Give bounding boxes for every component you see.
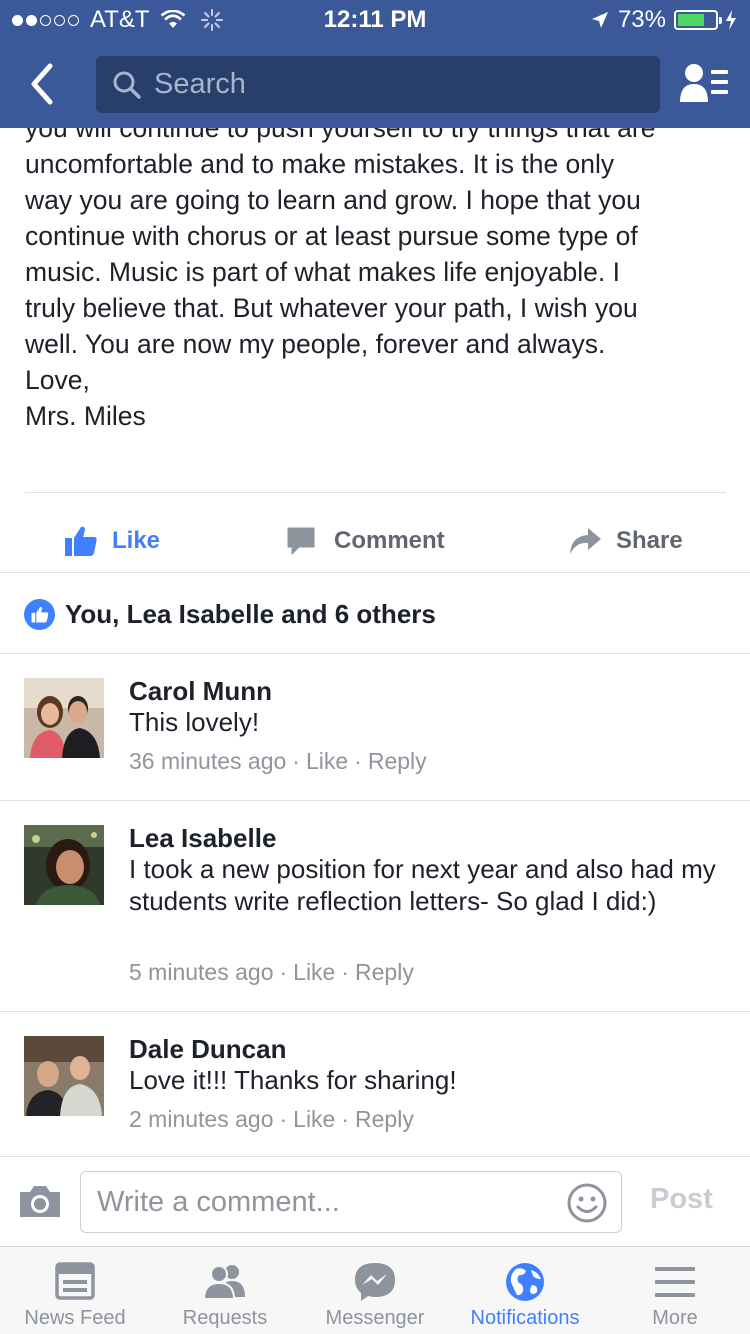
back-button[interactable]	[20, 60, 68, 108]
comment-input-placeholder: Write a comment...	[97, 1185, 340, 1218]
divider	[0, 572, 750, 573]
separator-dot: ·	[279, 1106, 288, 1132]
share-arrow-icon	[570, 528, 601, 554]
comment-item: Lea Isabelle I took a new position for n…	[0, 801, 750, 1011]
comment-text: This lovely!	[129, 707, 260, 737]
tab-more[interactable]: More	[600, 1247, 750, 1334]
comment-author[interactable]: Lea Isabelle	[129, 823, 276, 854]
post-detail-content: you will continue to push yourself to tr…	[0, 128, 750, 1156]
thumbs-up-icon	[31, 606, 48, 622]
camera-button[interactable]	[18, 1183, 62, 1219]
comment-text: Love it!!! Thanks for sharing!	[129, 1065, 457, 1095]
battery-percent: 73%	[617, 6, 666, 33]
tab-label: More	[652, 1307, 698, 1329]
tab-label: News Feed	[24, 1307, 126, 1329]
globe-icon	[506, 1263, 544, 1301]
tab-requests[interactable]: Requests	[150, 1247, 300, 1334]
comment-author[interactable]: Carol Munn	[129, 676, 272, 707]
likes-summary-text: You, Lea Isabelle and 6 others	[65, 598, 436, 629]
search-placeholder: Search	[154, 68, 246, 100]
comment-input[interactable]: Write a comment...	[80, 1171, 622, 1233]
like-button[interactable]: Like	[64, 508, 160, 574]
comment-item: Carol Munn This lovely! 36 minutes ago ·…	[0, 654, 750, 800]
post-text-partial: you will continue to push yourself to tr…	[25, 128, 656, 143]
separator-dot: ·	[341, 1106, 350, 1132]
comment-timestamp: 5 minutes ago	[129, 959, 274, 985]
comment-meta: 36 minutes ago · Like · Reply	[129, 748, 427, 775]
comment-meta: 2 minutes ago · Like · Reply	[129, 1106, 414, 1133]
tab-label: Messenger	[325, 1307, 425, 1329]
tab-label: Requests	[182, 1307, 268, 1329]
separator-dot: ·	[279, 959, 288, 985]
post-signoff: Love,	[25, 365, 90, 395]
avatar[interactable]	[24, 678, 104, 758]
comment-reply-link[interactable]: Reply	[355, 1106, 414, 1133]
separator-dot: ·	[292, 748, 300, 774]
navigation-bar: Search	[0, 40, 750, 128]
search-input[interactable]: Search	[96, 56, 660, 113]
comment-bubble-icon	[287, 527, 315, 555]
avatar-photo	[24, 678, 104, 758]
camera-icon	[20, 1186, 60, 1217]
battery-tip	[719, 17, 722, 24]
comment-item: Dale Duncan Love it!!! Thanks for sharin…	[0, 1012, 750, 1156]
friends-list-button[interactable]	[680, 62, 730, 106]
messenger-icon	[355, 1263, 395, 1301]
comment-button[interactable]: Comment	[286, 508, 445, 574]
friend-requests-icon	[202, 1265, 245, 1300]
status-bar: AT&T 12:11 PM 73%	[0, 0, 750, 40]
comment-author[interactable]: Dale Duncan	[129, 1034, 287, 1065]
chevron-left-icon	[31, 63, 53, 105]
separator-dot: ·	[341, 959, 350, 985]
comment-timestamp: 36 minutes ago	[129, 748, 287, 774]
comment-meta: 5 minutes ago · Like · Reply	[129, 959, 414, 986]
battery-icon	[674, 10, 722, 30]
post-button[interactable]: Post	[650, 1183, 713, 1216]
separator-dot: ·	[354, 748, 362, 774]
emoji-button[interactable]	[567, 1183, 607, 1223]
share-button[interactable]: Share	[568, 508, 683, 574]
like-reaction-icon	[24, 598, 55, 630]
news-feed-icon	[55, 1262, 95, 1300]
friends-list-icon	[680, 64, 728, 102]
comment-like-link[interactable]: Like	[306, 748, 348, 775]
search-icon	[113, 71, 141, 99]
divider	[25, 492, 726, 493]
comment-like-link[interactable]: Like	[293, 1106, 335, 1133]
location-arrow-icon	[591, 12, 608, 28]
top-header: AT&T 12:11 PM 73% Search	[0, 0, 750, 128]
comment-text: I took a new position for next year and …	[129, 854, 716, 916]
comment-timestamp: 2 minutes ago	[129, 1106, 274, 1132]
tab-messenger[interactable]: Messenger	[300, 1247, 450, 1334]
post-text: uncomfortable and to make mistakes. It i…	[25, 149, 641, 359]
smiley-icon	[567, 1183, 607, 1223]
comment-composer: Write a comment... Post	[0, 1156, 750, 1246]
share-label: Share	[616, 527, 683, 554]
post-body: you will continue to push yourself to tr…	[25, 128, 730, 434]
avatar[interactable]	[24, 825, 104, 905]
hamburger-menu-icon	[655, 1267, 695, 1297]
likes-summary[interactable]: You, Lea Isabelle and 6 others	[0, 574, 750, 654]
bottom-tab-bar: News Feed Requests Messenger Notificatio…	[0, 1246, 750, 1334]
comment-label: Comment	[334, 527, 445, 554]
tab-notifications[interactable]: Notifications	[450, 1247, 600, 1334]
tab-label: Notifications	[470, 1307, 580, 1329]
comment-reply-link[interactable]: Reply	[355, 959, 414, 986]
avatar-photo	[24, 1036, 104, 1116]
thumbs-up-icon	[65, 526, 97, 556]
avatar[interactable]	[24, 1036, 104, 1116]
charging-bolt-icon	[726, 10, 736, 30]
post-signature: Mrs. Miles	[25, 401, 146, 431]
avatar-photo	[24, 825, 104, 905]
comment-like-link[interactable]: Like	[293, 959, 335, 986]
tab-news-feed[interactable]: News Feed	[0, 1247, 150, 1334]
status-right: 73%	[590, 6, 738, 34]
battery-fill	[678, 14, 705, 26]
like-label: Like	[112, 527, 161, 554]
post-actions: Like Comment Share	[0, 508, 750, 574]
comment-reply-link[interactable]: Reply	[368, 748, 427, 775]
